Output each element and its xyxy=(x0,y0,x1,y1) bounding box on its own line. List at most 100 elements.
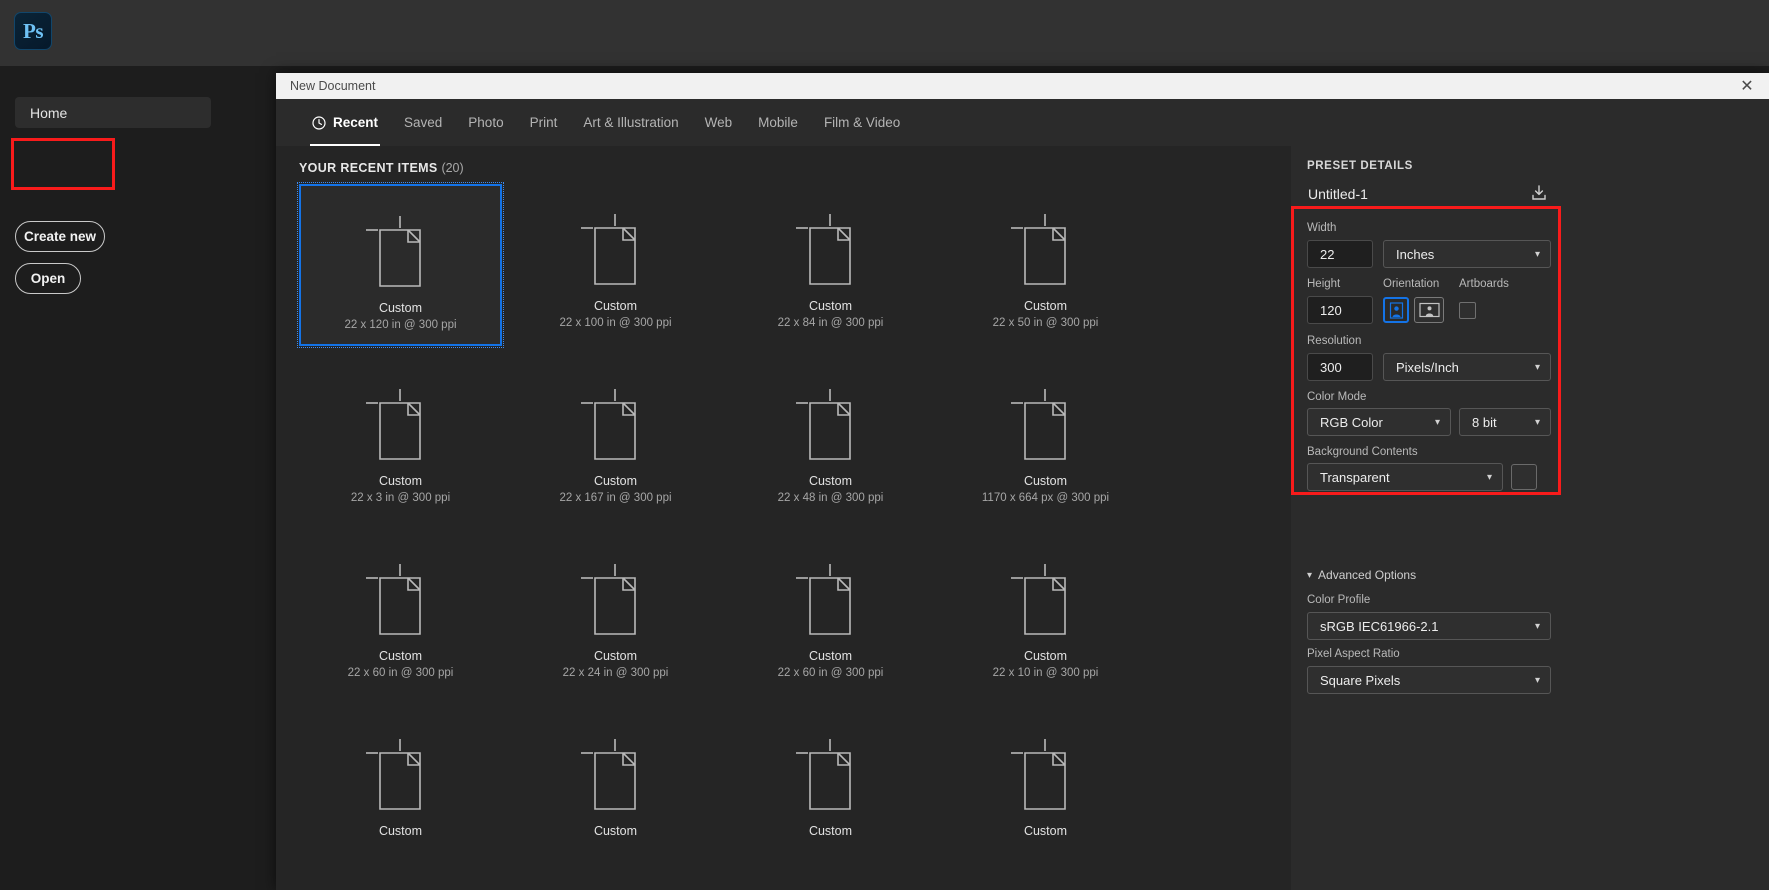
sidebar-item-home[interactable]: Home xyxy=(15,97,211,128)
tab-photo-label: Photo xyxy=(468,115,504,130)
orientation-label: Orientation xyxy=(1383,278,1440,290)
tab-web-label: Web xyxy=(704,115,733,130)
bit-depth-select[interactable]: 8 bit ▾ xyxy=(1459,408,1551,436)
recent-item-name: Custom xyxy=(593,474,638,488)
tab-web[interactable]: Web xyxy=(692,99,746,146)
recent-item-card[interactable]: Custom xyxy=(299,709,502,871)
document-icon xyxy=(580,739,636,810)
color-profile-value: sRGB IEC61966-2.1 xyxy=(1320,618,1439,634)
clock-icon xyxy=(312,115,326,130)
recent-item-card[interactable]: Custom 1170 x 664 px @ 300 ppi xyxy=(944,359,1147,521)
preset-details-panel: PRESET DETAILS Untitled-1 Width 22 Inche… xyxy=(1291,146,1769,890)
tab-recent[interactable]: Recent xyxy=(299,99,391,146)
recent-item-dimensions: 22 x 50 in @ 300 ppi xyxy=(992,317,1099,329)
orientation-landscape-button[interactable] xyxy=(1414,297,1444,323)
new-document-dialog: New Document ✕ Recent Saved Photo Print … xyxy=(276,73,1769,890)
dialog-title: New Document xyxy=(290,79,376,93)
background-color-swatch[interactable] xyxy=(1511,464,1537,490)
recent-item-card[interactable]: Custom 22 x 24 in @ 300 ppi xyxy=(514,534,717,696)
recent-item-name: Custom xyxy=(378,649,423,663)
resolution-input[interactable]: 300 xyxy=(1307,353,1373,381)
color-mode-select[interactable]: RGB Color ▾ xyxy=(1307,408,1451,436)
create-new-button[interactable]: Create new xyxy=(15,221,105,252)
document-icon xyxy=(1010,389,1066,460)
document-icon xyxy=(1010,564,1066,635)
tab-art-illustration-label: Art & Illustration xyxy=(583,115,679,130)
document-icon xyxy=(580,214,636,285)
sidebar-item-home-label: Home xyxy=(30,104,68,121)
chevron-down-icon: ▾ xyxy=(1534,361,1540,373)
recent-item-card[interactable]: Custom xyxy=(514,709,717,871)
recent-item-dimensions: 1170 x 664 px @ 300 ppi xyxy=(981,492,1110,504)
recent-item-dimensions: 22 x 60 in @ 300 ppi xyxy=(777,667,884,679)
resolution-value: 300 xyxy=(1320,359,1342,375)
artboards-label: Artboards xyxy=(1459,278,1509,290)
recent-item-card[interactable]: Custom 22 x 10 in @ 300 ppi xyxy=(944,534,1147,696)
recent-item-name: Custom xyxy=(808,649,853,663)
orientation-portrait-button[interactable] xyxy=(1383,297,1409,323)
pixel-aspect-ratio-select[interactable]: Square Pixels ▾ xyxy=(1307,666,1551,694)
recent-item-dimensions: 22 x 24 in @ 300 ppi xyxy=(562,667,669,679)
resolution-label: Resolution xyxy=(1307,335,1362,347)
recent-item-card[interactable]: Custom 22 x 50 in @ 300 ppi xyxy=(944,184,1147,346)
pixel-aspect-ratio-value: Square Pixels xyxy=(1320,672,1401,688)
height-input[interactable]: 120 xyxy=(1307,296,1373,324)
recent-item-name: Custom xyxy=(593,299,638,313)
chevron-down-icon: ▾ xyxy=(1534,674,1540,686)
advanced-options-toggle[interactable]: ▾ Advanced Options xyxy=(1307,568,1416,582)
chevron-down-icon: ▾ xyxy=(1434,416,1440,428)
recent-item-name: Custom xyxy=(1023,649,1068,663)
height-value: 120 xyxy=(1320,302,1342,318)
recent-item-card[interactable]: Custom 22 x 167 in @ 300 ppi xyxy=(514,359,717,521)
tab-art-illustration[interactable]: Art & Illustration xyxy=(570,99,691,146)
background-contents-select[interactable]: Transparent ▾ xyxy=(1307,463,1503,491)
recent-items-heading-label: YOUR RECENT ITEMS xyxy=(299,161,438,175)
color-profile-select[interactable]: sRGB IEC61966-2.1 ▾ xyxy=(1307,612,1551,640)
tab-photo[interactable]: Photo xyxy=(455,99,516,146)
recent-item-card[interactable]: Custom xyxy=(944,709,1147,871)
width-unit-select[interactable]: Inches ▾ xyxy=(1383,240,1551,268)
recent-item-name: Custom xyxy=(378,301,423,315)
tab-film-video[interactable]: Film & Video xyxy=(811,99,913,146)
recent-item-card[interactable]: Custom 22 x 100 in @ 300 ppi xyxy=(514,184,717,346)
recent-item-name: Custom xyxy=(808,299,853,313)
width-value: 22 xyxy=(1320,246,1335,262)
recent-item-card[interactable]: Custom 22 x 3 in @ 300 ppi xyxy=(299,359,502,521)
document-icon xyxy=(795,564,851,635)
resolution-unit-select[interactable]: Pixels/Inch ▾ xyxy=(1383,353,1551,381)
recent-item-dimensions: 22 x 10 in @ 300 ppi xyxy=(992,667,1099,679)
height-label: Height xyxy=(1307,278,1341,290)
document-icon xyxy=(795,214,851,285)
preset-details-title: PRESET DETAILS xyxy=(1307,160,1413,172)
save-preset-icon[interactable] xyxy=(1526,180,1552,206)
tab-recent-label: Recent xyxy=(333,115,379,130)
tab-print[interactable]: Print xyxy=(517,99,571,146)
open-button[interactable]: Open xyxy=(15,263,81,294)
artboards-checkbox[interactable] xyxy=(1459,302,1476,319)
recent-item-card[interactable]: Custom 22 x 60 in @ 300 ppi xyxy=(729,534,932,696)
width-input[interactable]: 22 xyxy=(1307,240,1373,268)
tab-saved-label: Saved xyxy=(404,115,443,130)
tab-print-label: Print xyxy=(529,115,558,130)
chevron-down-icon: ▾ xyxy=(1307,569,1313,581)
recent-item-card[interactable]: Custom xyxy=(729,709,932,871)
document-name-field[interactable]: Untitled-1 xyxy=(1299,180,1549,208)
close-icon[interactable]: ✕ xyxy=(1725,73,1769,99)
recent-item-dimensions: 22 x 120 in @ 300 ppi xyxy=(344,319,457,331)
recent-item-card[interactable]: Custom 22 x 120 in @ 300 ppi xyxy=(297,182,504,348)
bit-depth-value: 8 bit xyxy=(1472,414,1497,430)
recent-item-dimensions: 22 x 3 in @ 300 ppi xyxy=(350,492,451,504)
document-icon xyxy=(365,739,421,810)
recent-item-card[interactable]: Custom 22 x 84 in @ 300 ppi xyxy=(729,184,932,346)
document-icon xyxy=(1010,214,1066,285)
recent-item-card[interactable]: Custom 22 x 48 in @ 300 ppi xyxy=(729,359,932,521)
tab-mobile[interactable]: Mobile xyxy=(745,99,811,146)
recent-item-dimensions: 22 x 100 in @ 300 ppi xyxy=(559,317,672,329)
tab-saved[interactable]: Saved xyxy=(391,99,455,146)
recent-item-name: Custom xyxy=(1023,824,1068,838)
tab-mobile-label: Mobile xyxy=(758,115,798,130)
app-top-bar: Ps xyxy=(0,0,1769,66)
chevron-down-icon: ▾ xyxy=(1534,248,1540,260)
pixel-aspect-ratio-label: Pixel Aspect Ratio xyxy=(1307,648,1400,660)
recent-item-card[interactable]: Custom 22 x 60 in @ 300 ppi xyxy=(299,534,502,696)
